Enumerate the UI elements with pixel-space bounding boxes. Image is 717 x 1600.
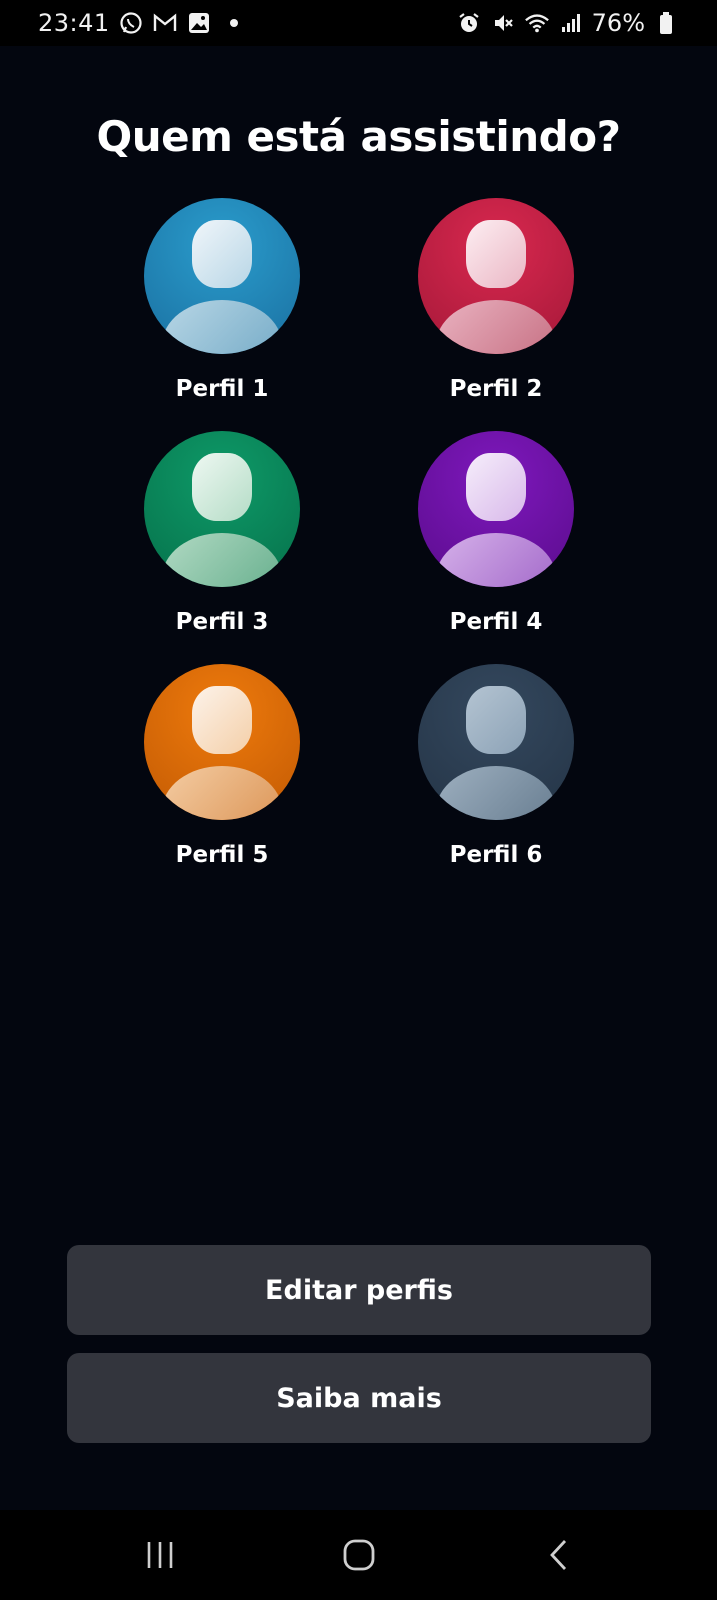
avatar-body-icon <box>436 766 556 820</box>
home-icon[interactable] <box>329 1525 389 1585</box>
profile-name[interactable]: Perfil 3 <box>176 609 269 635</box>
profile-3[interactable]: Perfil 3 <box>122 431 322 635</box>
mute-icon <box>490 10 516 36</box>
gmail-icon <box>152 10 178 36</box>
profile-name[interactable]: Perfil 4 <box>450 609 543 635</box>
profile-name[interactable]: Perfil 1 <box>176 376 269 402</box>
profile-name[interactable]: Perfil 5 <box>176 842 269 868</box>
status-left: 23:41 <box>38 9 238 37</box>
battery-percentage: 76% <box>591 9 645 37</box>
avatar-head-icon <box>466 686 526 754</box>
avatar-head-icon <box>192 686 252 754</box>
avatar-head-icon <box>466 220 526 288</box>
avatar-head-icon <box>192 220 252 288</box>
avatar-body-icon <box>436 300 556 354</box>
alarm-icon <box>456 10 482 36</box>
profile-2[interactable]: Perfil 2 <box>396 198 596 402</box>
profile-name[interactable]: Perfil 2 <box>450 376 543 402</box>
whatsapp-icon <box>118 10 144 36</box>
avatar[interactable] <box>418 431 574 587</box>
avatar[interactable] <box>418 664 574 820</box>
wifi-icon <box>524 10 550 36</box>
avatar-head-icon <box>192 453 252 521</box>
profile-4[interactable]: Perfil 4 <box>396 431 596 635</box>
page-title: Quem está assistindo? <box>96 112 621 161</box>
avatar-body-icon <box>162 766 282 820</box>
profile-1[interactable]: Perfil 1 <box>122 198 322 402</box>
avatar-body-icon <box>436 533 556 587</box>
notification-dot-icon <box>229 19 238 27</box>
status-right: 76% <box>456 9 679 37</box>
avatar[interactable] <box>144 198 300 354</box>
edit-profiles-button[interactable]: Editar perfis <box>67 1245 651 1335</box>
profile-name[interactable]: Perfil 6 <box>450 842 543 868</box>
avatar-head-icon <box>466 453 526 521</box>
learn-more-button[interactable]: Saiba mais <box>67 1353 651 1443</box>
signal-icon <box>558 10 584 36</box>
profile-6[interactable]: Perfil 6 <box>396 664 596 868</box>
status-bar: 23:41 76% <box>0 0 717 46</box>
navigation-bar <box>0 1510 717 1600</box>
avatar[interactable] <box>144 664 300 820</box>
recent-apps-icon[interactable] <box>130 1525 190 1585</box>
back-icon[interactable] <box>528 1525 588 1585</box>
gallery-icon <box>186 10 212 36</box>
avatar[interactable] <box>144 431 300 587</box>
avatar-body-icon <box>162 533 282 587</box>
avatar-body-icon <box>162 300 282 354</box>
battery-icon <box>653 10 679 36</box>
status-time: 23:41 <box>38 9 110 37</box>
avatar[interactable] <box>418 198 574 354</box>
profile-5[interactable]: Perfil 5 <box>122 664 322 868</box>
